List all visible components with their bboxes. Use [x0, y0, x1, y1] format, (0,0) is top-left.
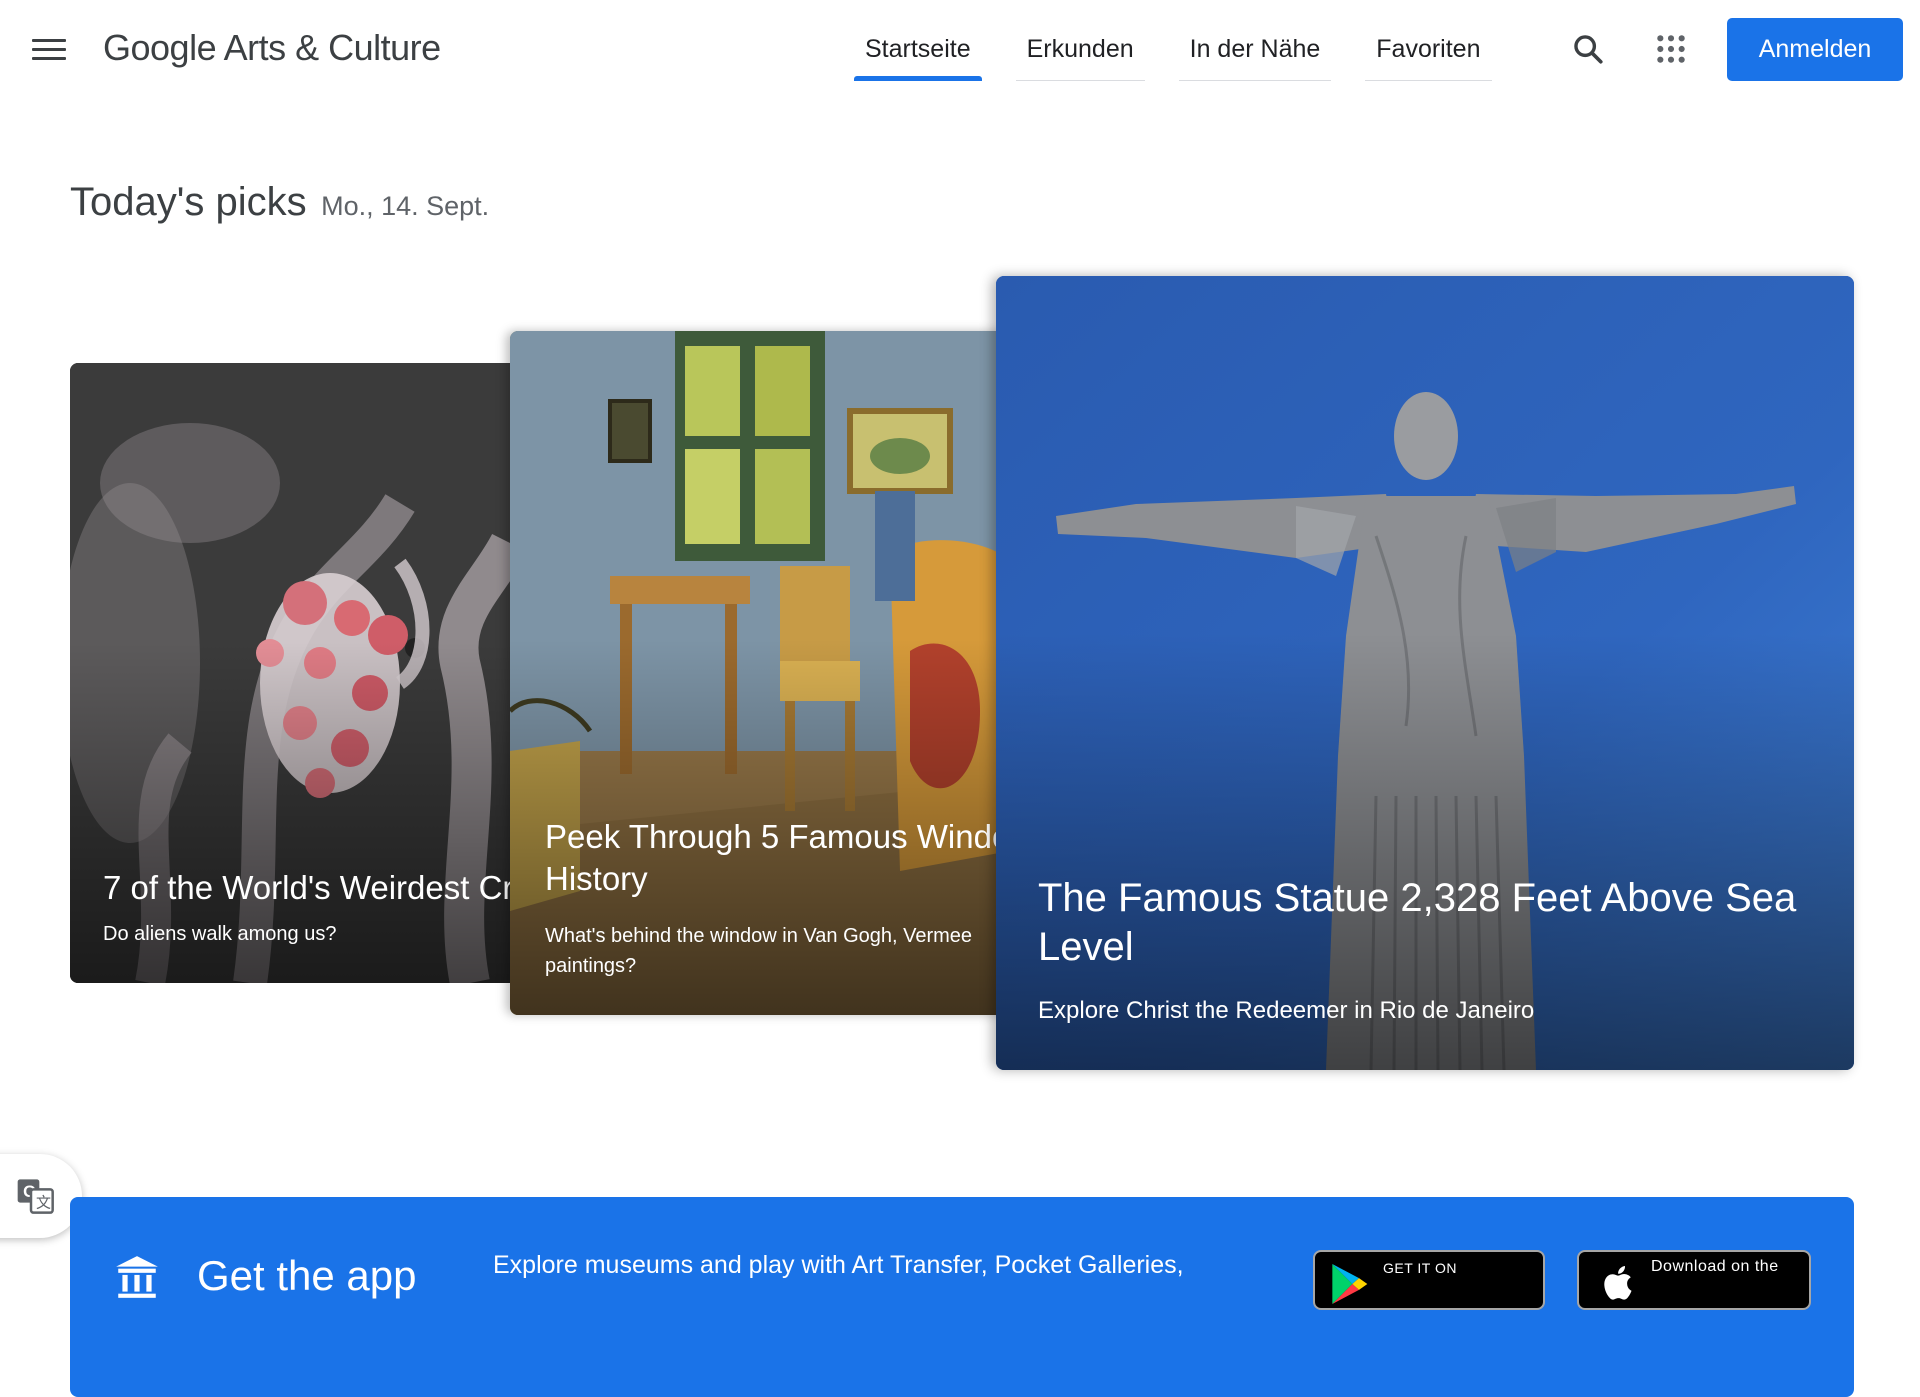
picks-title: Today's picks	[70, 180, 307, 224]
card-title: 7 of the World's Weirdest Crea	[103, 869, 530, 906]
nav-tab-erkunden[interactable]: Erkunden	[1012, 0, 1149, 98]
get-the-app-banner: Get the app Explore museums and play wit…	[70, 1197, 1854, 1397]
top-bar: Google Arts & Culture Startseite Erkunde…	[0, 0, 1920, 98]
story-card-weirdest-creatures[interactable]: 7 of the World's Weirdest Crea Do aliens…	[70, 363, 530, 983]
hamburger-menu-icon[interactable]	[24, 28, 74, 70]
app-store-badge[interactable]: Download on the	[1577, 1250, 1811, 1310]
section-heading: Today's picks Mo., 14. Sept.	[70, 180, 489, 225]
sign-in-button[interactable]: Anmelden	[1727, 18, 1903, 81]
picks-date: Mo., 14. Sept.	[321, 191, 490, 221]
app-banner-title: Get the app	[197, 1252, 417, 1299]
nav-tab-favoriten[interactable]: Favoriten	[1361, 0, 1495, 98]
story-card-famous-windows[interactable]: Peek Through 5 Famous Windo History What…	[510, 331, 1010, 1015]
nav-tab-in-der-naehe[interactable]: In der Nähe	[1175, 0, 1336, 98]
card-title-line-1: Peek Through 5 Famous Windo	[545, 818, 1010, 855]
google-play-icon	[1332, 1264, 1368, 1304]
app-banner-description: Explore museums and play with Art Transf…	[493, 1251, 1184, 1279]
site-logo[interactable]: Google Arts & Culture	[103, 27, 441, 69]
app-store-label: Download on the	[1651, 1258, 1779, 1275]
google-play-label: GET IT ON	[1383, 1260, 1457, 1276]
svg-text:文: 文	[36, 1195, 51, 1212]
apple-icon	[1604, 1265, 1632, 1300]
apps-grid-icon[interactable]	[1649, 27, 1693, 71]
search-icon[interactable]	[1566, 27, 1610, 71]
google-play-badge[interactable]: GET IT ON	[1313, 1250, 1545, 1310]
main-nav: Startseite Erkunden In der Nähe Favorite…	[850, 0, 1522, 98]
story-card-christ-the-redeemer[interactable]: The Famous Statue 2,328 Feet Above Sea L…	[996, 276, 1854, 1070]
card-subtitle: What's behind the window in Van Gogh, Ve…	[545, 925, 973, 977]
translate-icon: G 文	[17, 1179, 54, 1214]
card-title: The Famous Statue 2,328 Feet Above Sea L…	[1038, 876, 1797, 969]
museum-icon	[116, 1256, 158, 1298]
card-subtitle: Do aliens walk among us?	[103, 923, 337, 945]
card-title-line-2: History	[545, 860, 648, 897]
nav-tab-startseite[interactable]: Startseite	[850, 0, 986, 98]
card-subtitle: Explore Christ the Redeemer in Rio de Ja…	[1038, 997, 1535, 1024]
